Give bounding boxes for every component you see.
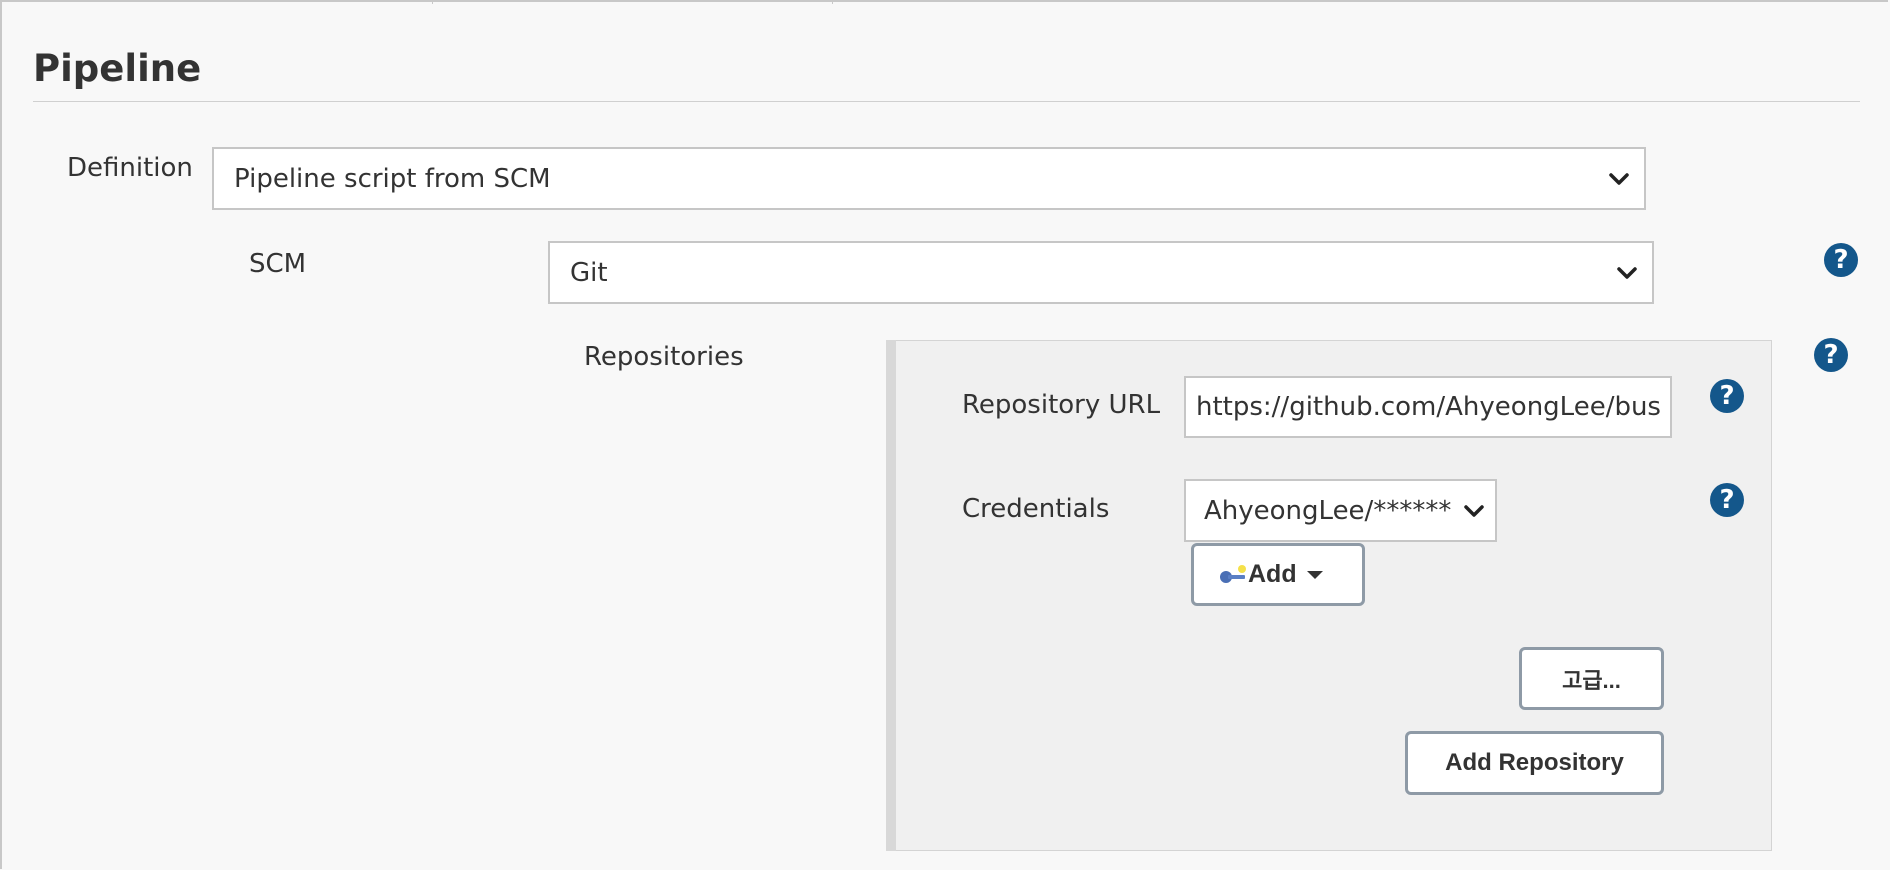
chevron-down-icon bbox=[1609, 172, 1629, 185]
definition-select-value: Pipeline script from SCM bbox=[234, 163, 551, 194]
chevron-down-icon bbox=[1617, 266, 1637, 279]
credentials-label: Credentials bbox=[962, 494, 1110, 524]
definition-select[interactable]: Pipeline script from SCM bbox=[212, 147, 1646, 210]
repository-drag-handle[interactable] bbox=[886, 340, 896, 851]
key-icon bbox=[1220, 564, 1246, 583]
add-credentials-button[interactable]: Add bbox=[1191, 543, 1365, 606]
repositories-help-icon[interactable]: ? bbox=[1814, 338, 1848, 372]
credentials-help-icon[interactable]: ? bbox=[1710, 483, 1744, 517]
tab-divider bbox=[432, 0, 433, 4]
caret-down-icon bbox=[1306, 570, 1323, 579]
credentials-select[interactable]: AhyeongLee/****** bbox=[1184, 479, 1497, 542]
repository-url-label: Repository URL bbox=[962, 390, 1161, 420]
advanced-button[interactable]: 고급... bbox=[1519, 647, 1664, 710]
add-repository-button[interactable]: Add Repository bbox=[1405, 731, 1664, 795]
credentials-select-value: AhyeongLee/****** bbox=[1204, 495, 1452, 526]
scm-label: SCM bbox=[249, 249, 307, 279]
chevron-down-icon bbox=[1464, 504, 1484, 517]
repository-url-input[interactable] bbox=[1184, 376, 1672, 438]
section-divider bbox=[33, 101, 1860, 102]
add-credentials-label: Add bbox=[1248, 560, 1297, 588]
repository-url-help-icon[interactable]: ? bbox=[1710, 379, 1744, 413]
scm-help-icon[interactable]: ? bbox=[1824, 243, 1858, 277]
definition-label: Definition bbox=[67, 153, 193, 183]
tab-divider bbox=[832, 0, 833, 4]
repositories-label: Repositories bbox=[584, 342, 744, 372]
section-title: Pipeline bbox=[33, 47, 202, 90]
scm-select[interactable]: Git bbox=[548, 241, 1654, 304]
scm-select-value: Git bbox=[570, 257, 608, 288]
